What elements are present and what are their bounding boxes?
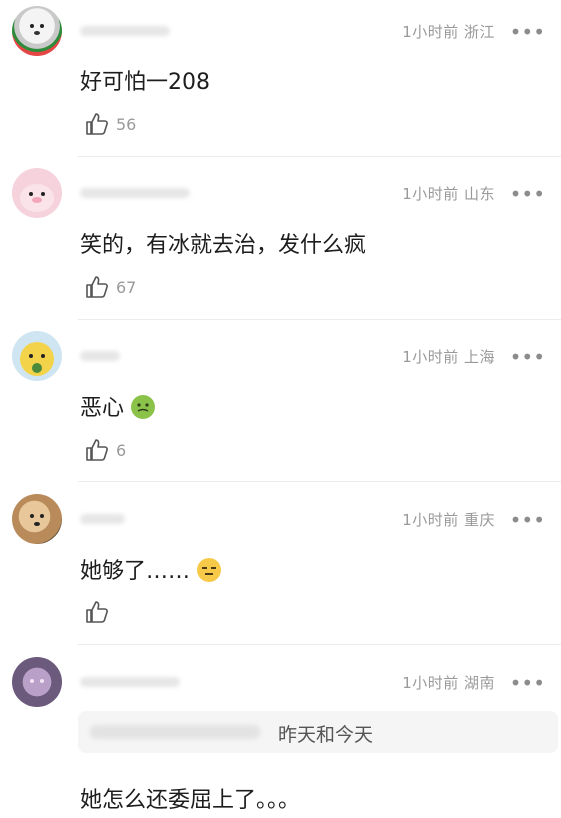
more-options-button[interactable]: ••• xyxy=(510,510,545,530)
comment-text: 好可怕一208 xyxy=(80,70,210,95)
like-count: 6 xyxy=(116,440,127,460)
comment-text-body: 她够了…… xyxy=(80,559,191,584)
comment-meta: 1小时前 浙江 xyxy=(402,23,495,41)
avatar[interactable] xyxy=(12,6,62,56)
like-button[interactable]: 67 xyxy=(84,274,136,300)
avatar[interactable] xyxy=(12,494,62,544)
avatar[interactable] xyxy=(12,168,62,218)
like-count: 67 xyxy=(116,277,137,297)
more-options-button[interactable]: ••• xyxy=(510,347,545,367)
divider xyxy=(78,644,561,645)
comment-text: 她够了…… xyxy=(80,553,222,585)
like-button[interactable]: 6 xyxy=(84,437,126,463)
thumbs-up-icon xyxy=(86,276,108,298)
avatar[interactable] xyxy=(12,331,62,381)
username-blurred[interactable] xyxy=(80,351,120,361)
username-blurred[interactable] xyxy=(80,26,170,36)
divider xyxy=(78,481,561,482)
like-button[interactable] xyxy=(84,599,116,625)
comment-meta: 1小时前 湖南 xyxy=(402,674,495,692)
expressionless-face-icon xyxy=(197,558,222,582)
quoted-text-blurred xyxy=(90,725,260,739)
thumbs-up-icon xyxy=(86,601,108,623)
nauseated-face-icon xyxy=(131,395,156,419)
divider xyxy=(78,319,561,320)
avatar[interactable] xyxy=(12,657,62,707)
username-blurred[interactable] xyxy=(80,677,180,687)
more-options-button[interactable]: ••• xyxy=(510,673,545,693)
comment-text-body: 恶心 xyxy=(80,396,125,421)
comment-text: 恶心 xyxy=(80,390,156,422)
like-count: 56 xyxy=(116,114,137,134)
avatar-image xyxy=(30,514,44,526)
avatar-image xyxy=(30,24,44,35)
comment-text: 笑的，有冰就去治，发什么疯 xyxy=(80,233,367,258)
avatar-image xyxy=(30,679,44,683)
divider xyxy=(78,156,561,157)
comment-meta: 1小时前 重庆 xyxy=(402,511,495,529)
username-blurred[interactable] xyxy=(80,514,125,524)
more-options-button[interactable]: ••• xyxy=(510,184,545,204)
username-blurred[interactable] xyxy=(80,188,190,198)
quoted-reply[interactable]: 昨天和今天 xyxy=(78,711,558,753)
quoted-text: 昨天和今天 xyxy=(278,724,374,746)
comment-meta: 1小时前 上海 xyxy=(402,348,495,366)
thumbs-up-icon xyxy=(86,439,108,461)
like-button[interactable]: 56 xyxy=(84,111,136,137)
avatar-image xyxy=(20,342,54,376)
comment-text: 她怎么还委屈上了。。。 xyxy=(80,788,301,813)
avatar-image xyxy=(20,184,54,212)
comment-meta: 1小时前 山东 xyxy=(402,185,495,203)
more-options-button[interactable]: ••• xyxy=(510,22,545,42)
thumbs-up-icon xyxy=(86,113,108,135)
